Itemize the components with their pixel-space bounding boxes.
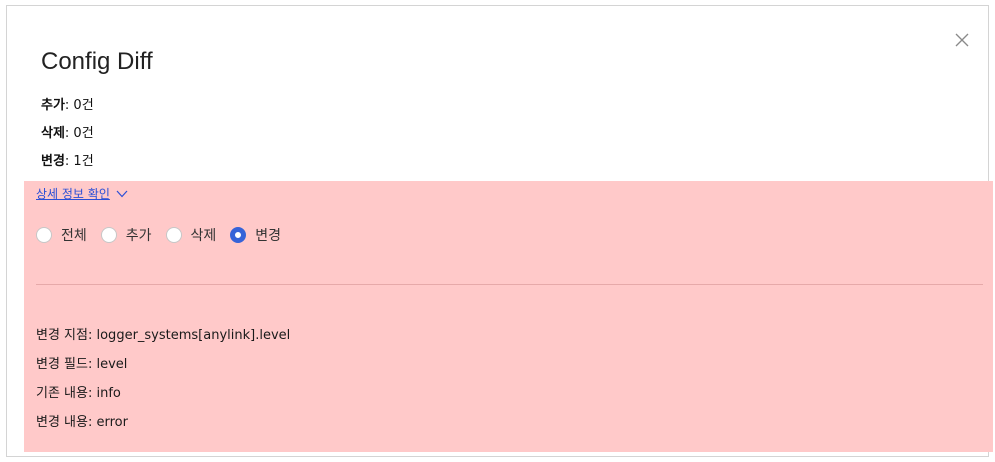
radio-circle (36, 227, 52, 243)
detail-change-field: 변경 필드: level (36, 350, 290, 379)
radio-circle (100, 227, 117, 243)
diff-detail-panel: 상세 정보 확인 전체 추가 삭제 변경 변경 지점: logger_syste… (24, 181, 993, 452)
chevron-down-icon (116, 190, 128, 197)
radio-circle (165, 227, 182, 243)
summary-changed-label: 변경 (41, 154, 65, 169)
summary-added-value: : 0건 (64, 98, 94, 113)
summary-deleted: 삭제: 0건 (41, 120, 94, 148)
change-summary: 추가: 0건 삭제: 0건 변경: 1건 (41, 92, 94, 176)
summary-deleted-label: 삭제 (41, 126, 65, 141)
detail-toggle-label: 상세 정보 확인 (36, 187, 110, 201)
config-diff-dialog: Config Diff 추가: 0건 삭제: 0건 변경: 1건 상세 정보 확… (6, 5, 993, 457)
filter-radio-deleted[interactable]: 삭제 (165, 225, 217, 245)
summary-changed-value: : 1건 (64, 154, 94, 169)
detail-value: : info (87, 386, 121, 401)
filter-radio-label: 추가 (125, 228, 152, 244)
dialog-title: Config Diff (41, 48, 153, 75)
summary-added: 추가: 0건 (41, 92, 94, 120)
close-icon (955, 33, 969, 47)
detail-old-value: 기존 내용: info (36, 379, 290, 408)
divider (36, 284, 983, 285)
summary-deleted-value: : 0건 (64, 126, 94, 141)
detail-new-value: 변경 내용: error (36, 408, 290, 437)
detail-change-point: 변경 지점: logger_systems[anylink].level (36, 321, 290, 350)
detail-value: : error (87, 415, 128, 430)
filter-radio-label: 전체 (61, 228, 87, 244)
summary-added-label: 추가 (41, 98, 65, 113)
detail-toggle-link[interactable]: 상세 정보 확인 (36, 185, 128, 202)
detail-label: 변경 지점 (36, 328, 88, 343)
summary-changed: 변경: 1건 (41, 148, 94, 176)
detail-label: 변경 필드 (36, 357, 88, 372)
detail-value: : logger_systems[anylink].level (87, 328, 291, 343)
filter-radio-added[interactable]: 추가 (100, 225, 152, 245)
change-details: 변경 지점: logger_systems[anylink].level 변경 … (36, 321, 290, 437)
close-button[interactable] (950, 28, 974, 52)
filter-radio-all[interactable]: 전체 (36, 225, 87, 245)
filter-radio-label: 변경 (255, 228, 282, 244)
radio-circle-selected (230, 227, 247, 243)
filter-radio-group: 전체 추가 삭제 변경 (36, 225, 295, 245)
filter-radio-label: 삭제 (190, 228, 217, 244)
filter-radio-changed[interactable]: 변경 (230, 225, 281, 245)
detail-value: : level (87, 357, 128, 372)
detail-label: 변경 내용 (36, 415, 88, 430)
detail-label: 기존 내용 (36, 386, 88, 401)
